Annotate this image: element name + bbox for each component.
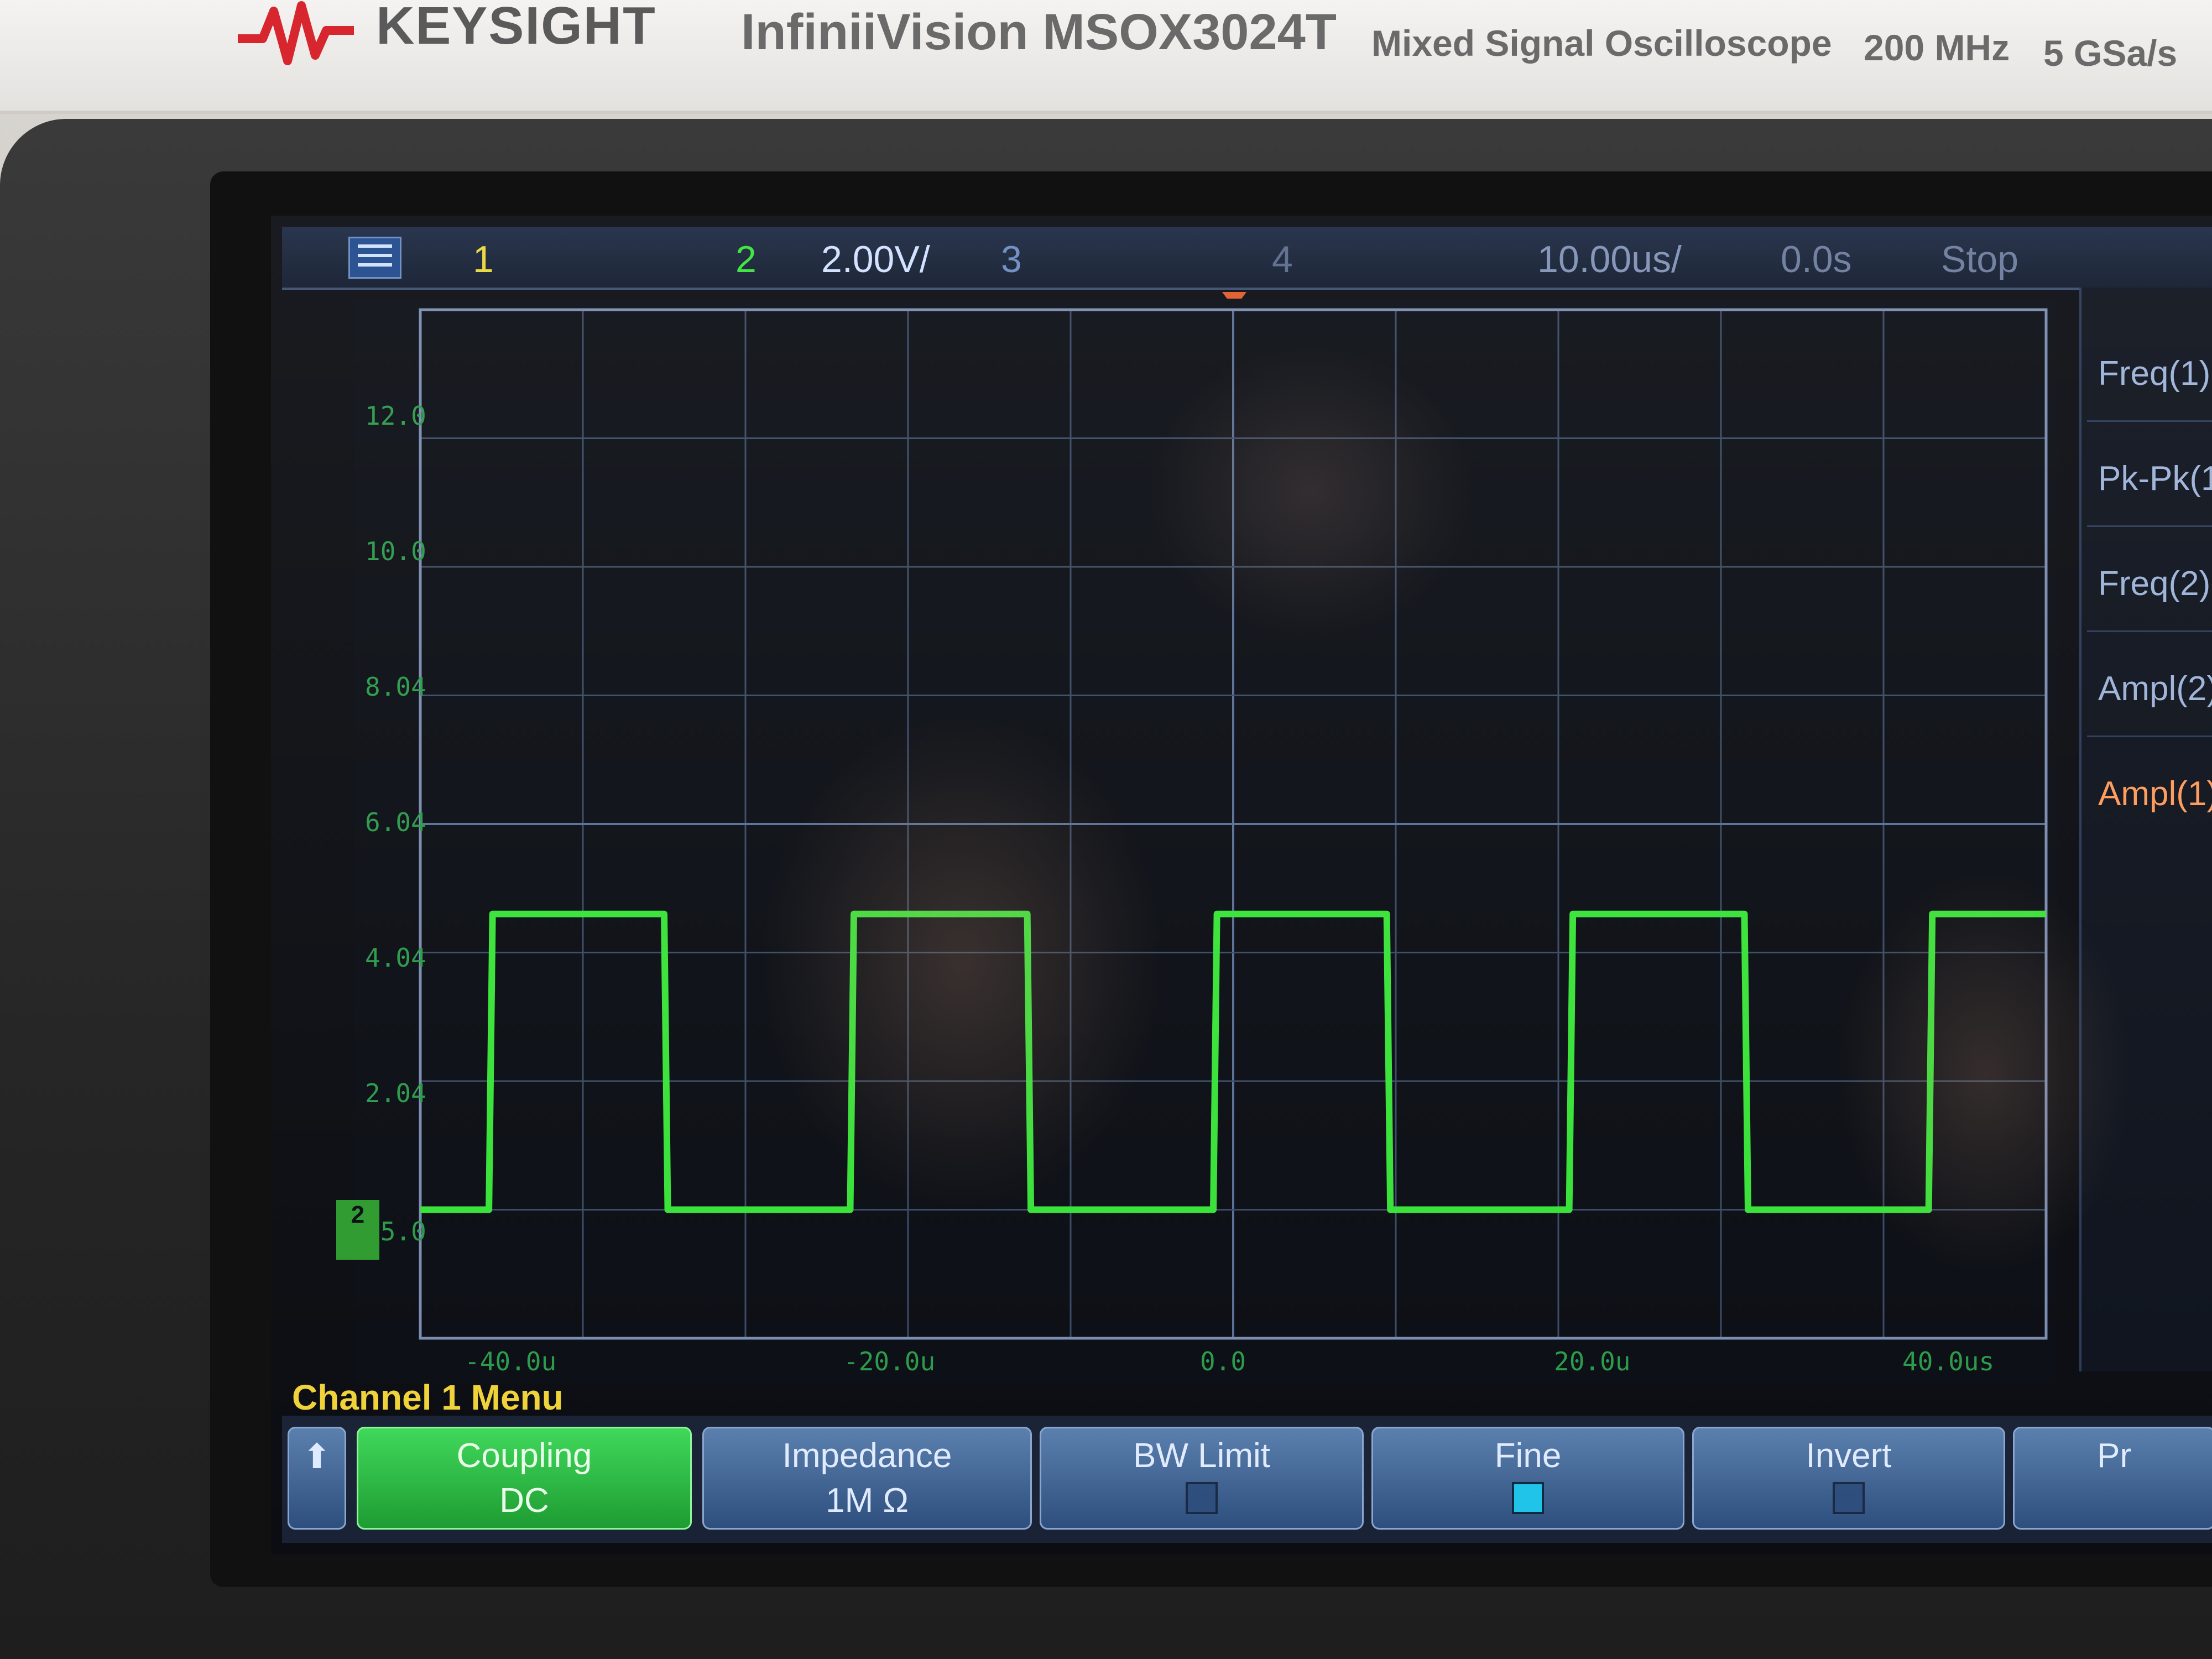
time-label-minus-20: -20.0u [843,1347,936,1376]
voltage-label-10: 10.0 [365,536,426,566]
main-menu-icon[interactable] [348,237,401,279]
voltage-label-8: 8.04 [365,672,426,702]
channel-2-ground-marker[interactable]: 2 [336,1200,379,1260]
voltage-label-12: 12.0 [365,401,426,431]
time-label-0: 0.0 [1200,1347,1246,1376]
bw-limit-checkbox[interactable] [1186,1482,1218,1514]
measurement-pkpk-1[interactable]: Pk-Pk(1 [2098,459,2212,498]
coupling-value: DC [499,1481,549,1520]
delay-readout: 0.0s [1781,238,1852,280]
voltage-label-2: 2.04 [365,1078,426,1108]
time-label-minus-40: -40.0u [465,1347,557,1376]
fine-checkbox[interactable] [1512,1482,1544,1514]
measurement-freq-2[interactable]: Freq(2): [2098,564,2212,603]
voltage-label-4: 4.04 [365,943,426,973]
channel-1-indicator[interactable]: 1 [473,238,494,281]
bandwidth-spec: 200 MHz [1864,27,2010,68]
coupling-label: Coupling [456,1437,592,1475]
instrument-top-panel: KEYSIGHT InfiniiVision MSOX3024T Mixed S… [0,0,2212,114]
bw-limit-softkey[interactable]: BW Limit [1040,1427,1364,1530]
status-bar: 1 2 2.00V/ 3 4 10.00us/ 0.0s Stop [282,227,2212,290]
voltage-label-6: 6.04 [365,807,426,837]
run-state-indicator: Stop [1941,238,2018,280]
timebase-readout: 10.00us/ [1537,238,1682,280]
invert-checkbox[interactable] [1833,1482,1865,1514]
measurement-freq-1[interactable]: Freq(1): [2098,354,2212,393]
impedance-label: Impedance [782,1437,952,1475]
softkey-bar: ⬆ Coupling DC Impedance 1M Ω BW Limit Fi… [282,1416,2212,1543]
sample-rate-spec: 5 GSa/s [2043,33,2178,74]
measurement-separator [2087,630,2212,632]
brand-name: KEYSIGHT [376,0,656,55]
channel-2-indicator[interactable]: 2 [735,238,757,281]
measurement-separator [2087,525,2212,527]
oscilloscope-screen: 1 2 2.00V/ 3 4 10.00us/ 0.0s Stop 12.0 1… [271,216,2212,1554]
probe-softkey[interactable]: Pr [2013,1427,2212,1530]
probe-label: Pr [2097,1437,2131,1475]
channel-3-indicator[interactable]: 3 [1001,238,1022,281]
invert-softkey[interactable]: Invert [1692,1427,2005,1530]
invert-label: Invert [1806,1437,1892,1475]
bw-limit-label: BW Limit [1133,1437,1270,1475]
fine-label: Fine [1494,1437,1562,1475]
time-label-20: 20.0u [1554,1347,1631,1376]
model-description: Mixed Signal Oscilloscope [1371,23,1832,64]
measurement-separator [2087,735,2212,737]
waveform-display[interactable]: 12.0 10.0 8.04 6.04 4.04 2.04 05.0 -40.0… [354,299,2057,1383]
up-arrow-icon: ⬆ [302,1438,331,1476]
impedance-softkey[interactable]: Impedance 1M Ω [702,1427,1032,1530]
time-label-40: 40.0us [1902,1347,1995,1376]
channel-2-scale: 2.00V/ [821,238,930,280]
model-name: InfiniiVision MSOX3024T [741,4,1337,60]
coupling-softkey[interactable]: Coupling DC [357,1427,692,1530]
measurement-panel: Freq(1): Pk-Pk(1 Freq(2): Ampl(2): Ampl(… [2079,288,2212,1371]
channel-4-indicator[interactable]: 4 [1272,238,1293,281]
waveform-plot [354,299,2057,1383]
impedance-value: 1M Ω [826,1481,909,1520]
measurement-separator [2087,420,2212,422]
back-up-button[interactable]: ⬆ [288,1427,346,1530]
plot-background [354,299,2057,1383]
keysight-logo-icon [238,1,354,65]
softkey-menu-title: Channel 1 Menu [292,1378,564,1417]
measurement-ampl-1[interactable]: Ampl(1): [2098,774,2212,813]
measurement-ampl-2[interactable]: Ampl(2): [2098,669,2212,708]
fine-softkey[interactable]: Fine [1371,1427,1684,1530]
